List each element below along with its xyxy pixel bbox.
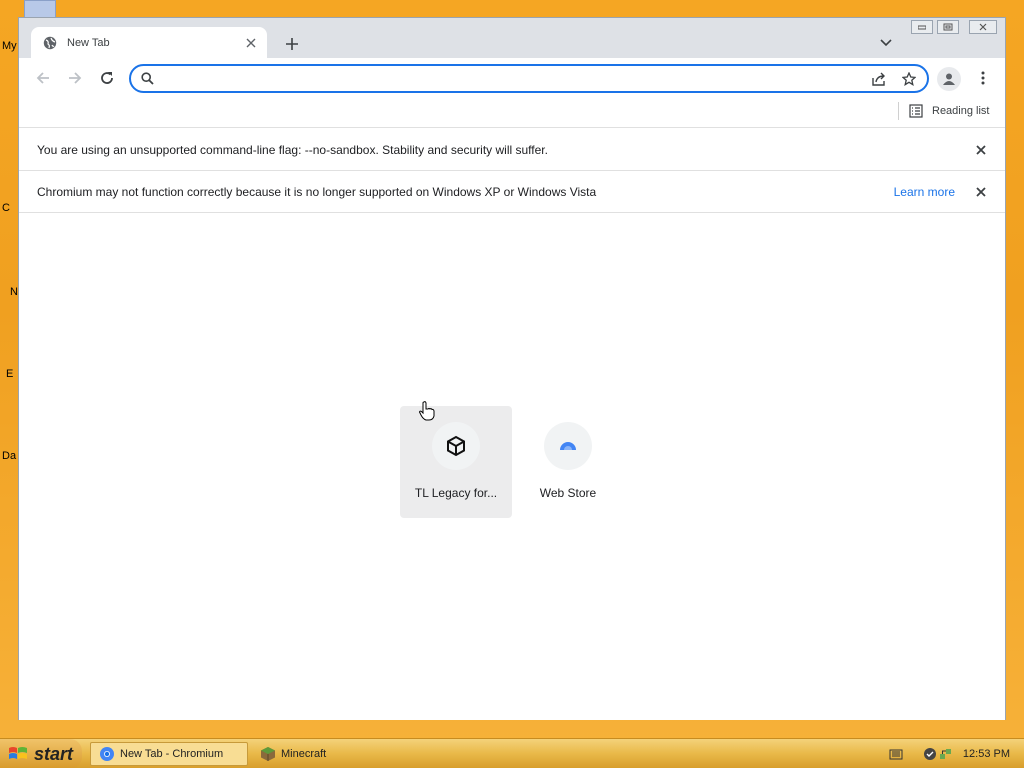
search-icon xyxy=(135,67,159,91)
desktop-icon-computer[interactable] xyxy=(24,0,56,18)
shortcut-label: Web Store xyxy=(539,486,597,500)
infobar-close-icon[interactable] xyxy=(973,142,989,158)
globe-icon xyxy=(43,36,57,50)
bookmarks-bar: Reading list xyxy=(19,98,1005,128)
shortcut-icon-circle xyxy=(432,422,480,470)
infobar-unsupported-os: Chromium may not function correctly beca… xyxy=(19,171,1005,213)
infobar-text: Chromium may not function correctly beca… xyxy=(37,184,597,199)
person-icon xyxy=(943,73,955,85)
more-vertical-icon xyxy=(981,71,985,85)
desktop-icon-label[interactable]: My xyxy=(2,40,17,52)
tab-new-tab[interactable]: New Tab xyxy=(31,27,267,58)
chrome-menu-button[interactable] xyxy=(973,68,993,88)
reading-list-icon xyxy=(909,104,923,118)
hand-cursor-icon xyxy=(419,401,435,421)
web-store-icon xyxy=(560,442,576,450)
minimize-button[interactable] xyxy=(911,20,933,34)
taskbar-item-label: Minecraft xyxy=(281,748,327,760)
tab-title: New Tab xyxy=(67,36,110,49)
desktop-icon-label[interactable]: C xyxy=(2,202,10,214)
system-tray: 12:53 PM xyxy=(874,739,1024,768)
cube-icon xyxy=(447,435,465,457)
network-icon[interactable] xyxy=(939,747,953,761)
reading-list-label: Reading list xyxy=(932,105,990,117)
profile-avatar-button[interactable] xyxy=(937,67,961,91)
tab-strip: New Tab xyxy=(19,18,1005,58)
infobar-text: You are using an unsupported command-lin… xyxy=(37,142,548,157)
forward-arrow-icon xyxy=(69,72,82,84)
tab-search-button[interactable] xyxy=(877,34,895,52)
start-label: start xyxy=(34,743,74,764)
clock: 12:53 PM xyxy=(962,748,1010,760)
taskbar-item-chromium[interactable]: New Tab - Chromium xyxy=(90,742,248,766)
desktop-icon-label[interactable]: N xyxy=(10,286,18,298)
close-icon xyxy=(979,23,987,31)
new-tab-page: TL Legacy for... Web Store xyxy=(19,214,1005,720)
desktop-icon-label[interactable]: Da xyxy=(2,450,16,462)
tab-close-icon[interactable] xyxy=(241,33,261,53)
plus-icon xyxy=(286,38,298,50)
forward-button[interactable] xyxy=(65,68,85,88)
omnibox-input[interactable] xyxy=(159,66,867,91)
back-arrow-icon xyxy=(36,72,49,84)
restore-icon xyxy=(943,23,953,31)
reload-button[interactable] xyxy=(97,68,117,88)
taskbar-item-label: New Tab - Chromium xyxy=(120,748,224,760)
chromium-window: New Tab Reading list You are using an un… xyxy=(18,17,1006,720)
back-button[interactable] xyxy=(33,68,53,88)
bookmark-star-icon[interactable] xyxy=(897,67,921,91)
reading-list-button[interactable]: Reading list xyxy=(909,104,989,118)
bookmarks-divider xyxy=(898,102,899,120)
minimize-icon xyxy=(918,25,926,30)
learn-more-link[interactable]: Learn more xyxy=(894,185,955,199)
close-window-button[interactable] xyxy=(969,20,997,34)
restore-button[interactable] xyxy=(937,20,959,34)
chromium-icon xyxy=(100,747,114,761)
toolbar xyxy=(19,58,1005,98)
minecraft-block-icon xyxy=(261,747,275,761)
omnibox[interactable] xyxy=(129,64,929,93)
desktop-icon-label[interactable]: E xyxy=(6,368,13,380)
windows-flag-icon xyxy=(9,747,27,759)
taskbar-item-minecraft[interactable]: Minecraft xyxy=(252,742,372,766)
infobar-close-icon[interactable] xyxy=(973,184,989,200)
new-tab-button[interactable] xyxy=(281,33,303,55)
shortcut-tile[interactable]: Web Store xyxy=(512,406,624,518)
shield-icon[interactable] xyxy=(923,747,937,761)
reload-icon xyxy=(101,72,113,84)
chevron-down-icon xyxy=(880,39,892,47)
keyboard-icon[interactable] xyxy=(889,747,903,761)
shortcut-tile[interactable]: TL Legacy for... xyxy=(400,406,512,518)
start-button[interactable]: start xyxy=(0,739,82,768)
share-icon[interactable] xyxy=(867,67,891,91)
taskbar: start New Tab - Chromium Minecraft 12:53… xyxy=(0,738,1024,768)
shortcut-icon-circle xyxy=(544,422,592,470)
shortcut-label: TL Legacy for... xyxy=(414,486,498,500)
infobar-no-sandbox: You are using an unsupported command-lin… xyxy=(19,129,1005,171)
